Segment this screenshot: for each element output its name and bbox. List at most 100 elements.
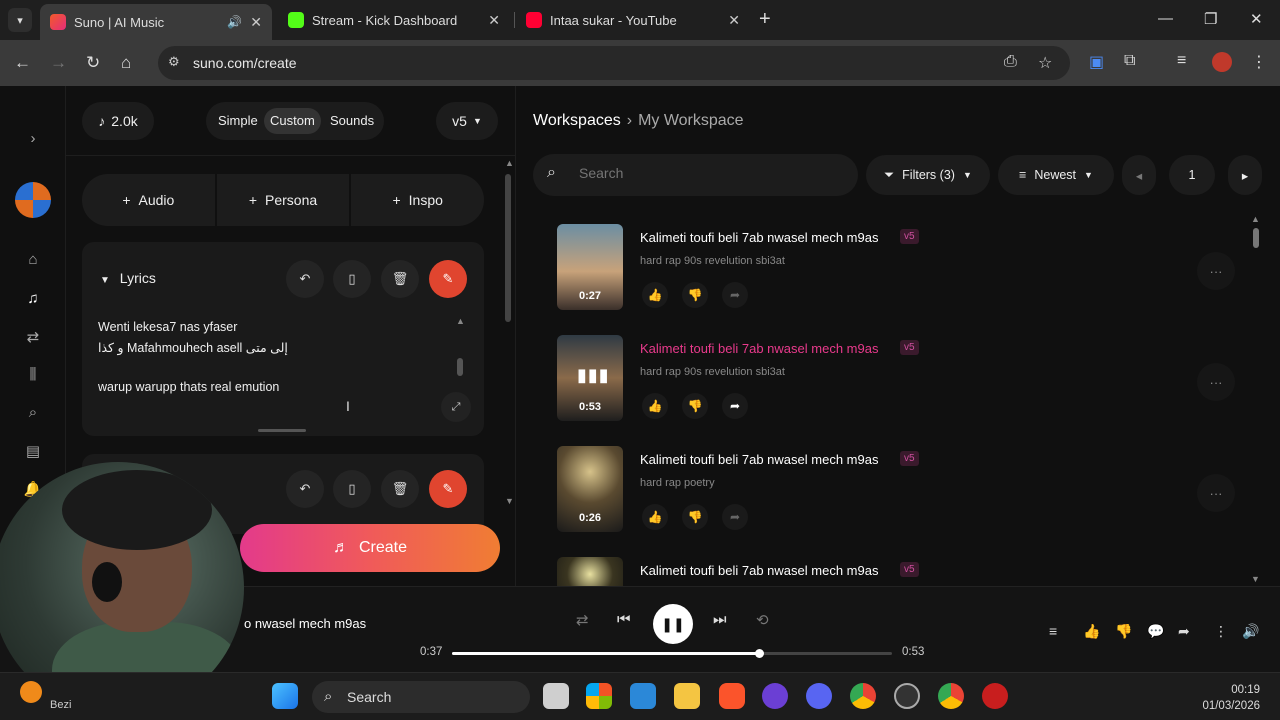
close-tab-icon[interactable]: ✕ [250,14,262,31]
song-cover[interactable] [557,557,623,586]
url-text[interactable]: suno.com/create [193,55,297,71]
like-icon[interactable]: 👍 [642,393,668,419]
obs-icon[interactable] [762,683,788,709]
avatar[interactable] [15,182,51,218]
song-title[interactable]: Kalimeti toufi beli 7ab nwasel mech m9as [640,563,878,578]
home-icon[interactable]: ⌂ [22,251,44,268]
song-row[interactable]: Kalimeti toufi beli 7ab nwasel mech m9as… [557,557,1237,586]
site-info-icon[interactable]: ⚙ [168,54,186,72]
crumb-workspaces[interactable]: Workspaces [533,112,621,129]
dislike-icon[interactable]: 👎 [682,393,708,419]
share-icon[interactable]: ➦ [722,282,748,308]
song-cover[interactable]: ▮▮▮ 0:53 [557,335,623,421]
new-tab-button[interactable]: + [759,9,771,29]
save-bookmark-button[interactable]: ▯ [333,260,371,298]
weather-icon[interactable] [20,681,42,703]
panel-scroll-down-icon[interactable]: ▼ [505,496,514,506]
profile-avatar[interactable] [1212,52,1232,72]
more-options-icon[interactable]: ··· [1197,363,1235,401]
volume-icon[interactable]: 🔊 [1242,623,1259,640]
now-playing-title[interactable]: o nwasel mech m9as [244,616,366,631]
next-icon[interactable]: ⏭ [713,611,727,628]
search-input[interactable] [579,165,839,181]
list-scrollbar[interactable] [1253,228,1259,248]
store-icon[interactable] [630,683,656,709]
page-number[interactable]: 1 [1169,155,1215,195]
app-red-icon[interactable] [982,683,1008,709]
progress-slider[interactable] [452,649,892,658]
song-title[interactable]: Kalimeti toufi beli 7ab nwasel mech m9as [640,452,878,467]
brave-icon[interactable] [719,683,745,709]
lyrics-toggle[interactable]: ▼ Lyrics [100,270,156,286]
more-options-icon[interactable]: ··· [1197,474,1235,512]
bookmark-star-icon[interactable]: ☆ [1038,53,1052,73]
add-inspo-button[interactable]: + Inspo [351,174,484,226]
undo-button[interactable]: ↶ [286,470,324,508]
tab-search-button[interactable]: ▾ [8,8,32,32]
queue-icon[interactable]: ≡ [1049,623,1057,639]
panel-scrollbar[interactable] [505,174,511,322]
song-title[interactable]: Kalimeti toufi beli 7ab nwasel mech m9as [640,341,878,356]
song-row[interactable]: 0:27 Kalimeti toufi beli 7ab nwasel mech… [557,224,1237,314]
back-icon[interactable]: ← [14,53,31,73]
song-cover[interactable]: 0:27 [557,224,623,310]
task-view-icon[interactable] [543,683,569,709]
reload-icon[interactable]: ↻ [86,53,100,73]
resize-handle[interactable] [258,429,306,432]
media-control-icon[interactable]: ≡ [1177,52,1186,70]
repeat-icon[interactable]: ⟲ [756,611,769,629]
comment-icon[interactable]: 💬 [1147,623,1164,640]
shuffle-icon[interactable]: ⇄ [576,611,589,629]
hooks-icon[interactable]: ▤ [22,442,44,460]
speaker-icon[interactable]: 🔊 [227,15,242,29]
prev-page-button[interactable]: ◂ [1122,155,1156,195]
progress-knob[interactable] [755,649,765,658]
song-tags[interactable]: hard rap poetry [640,477,715,489]
crumb-current[interactable]: My Workspace [638,112,744,129]
dislike-icon[interactable]: 👎 [1115,623,1132,640]
share-icon[interactable]: ➦ [1178,623,1190,640]
start-windows-icon[interactable] [272,683,298,709]
filters-button[interactable]: ⏷ Filters (3) ▼ [866,155,990,195]
delete-button[interactable]: 🗑 [381,260,419,298]
weather-text[interactable]: Bezi [50,699,71,711]
add-persona-button[interactable]: + Persona [217,174,352,226]
scroll-up-icon[interactable]: ▲ [456,316,465,326]
like-icon[interactable]: 👍 [642,282,668,308]
version-select[interactable]: v5 ▼ [436,102,498,140]
tab-youtube[interactable]: Intaa sukar - YouTube ✕ [516,4,750,36]
sort-button[interactable]: ≡ Newest ▼ [998,155,1114,195]
chrome-icon[interactable] [850,683,876,709]
like-icon[interactable]: 👍 [1083,623,1100,640]
address-bar[interactable]: ⚙ suno.com/create ⎙ ☆ [158,46,1070,80]
lyrics-line[interactable]: warup warupp thats real emution [98,380,279,394]
home-icon[interactable]: ⌂ [121,53,131,73]
close-tab-icon[interactable]: ✕ [728,12,740,29]
like-icon[interactable]: 👍 [642,504,668,530]
dislike-icon[interactable]: 👎 [682,282,708,308]
previous-icon[interactable]: ⏮ [617,611,631,628]
menu-icon[interactable]: ⋮ [1251,52,1267,72]
next-page-button[interactable]: ▸ [1228,155,1262,195]
tab-suno[interactable]: Suno | AI Music 🔊 ✕ [40,4,272,40]
taskbar-search[interactable]: ⌕ Search [312,681,530,713]
extensions-puzzle-icon[interactable]: ⧉ [1124,52,1135,70]
tab-sounds[interactable]: Sounds [324,108,380,134]
create-button[interactable]: ♬ Create [240,524,500,572]
magic-wand-button[interactable]: ✎ [429,260,467,298]
save-bookmark-button[interactable]: ▯ [333,470,371,508]
pause-button[interactable]: ❚❚ [653,604,693,644]
song-tags[interactable]: hard rap 90s revelution sbi3at [640,366,785,378]
more-options-icon[interactable]: ⋮ [1214,623,1228,640]
chrome-profile-icon[interactable] [938,683,964,709]
delete-button[interactable]: 🗑 [381,470,419,508]
forward-icon[interactable]: → [50,53,67,73]
song-tags[interactable]: hard rap 90s revelution sbi3at [640,255,785,267]
song-cover[interactable]: 0:26 [557,446,623,532]
dislike-icon[interactable]: 👎 [682,504,708,530]
credits-pill[interactable]: ♪ 2.0k [82,102,154,140]
create-music-icon[interactable]: ♫ [22,290,44,307]
restore-icon[interactable]: ❐ [1204,10,1217,28]
discord-icon[interactable] [806,683,832,709]
lyrics-scrollbar[interactable] [457,358,463,376]
